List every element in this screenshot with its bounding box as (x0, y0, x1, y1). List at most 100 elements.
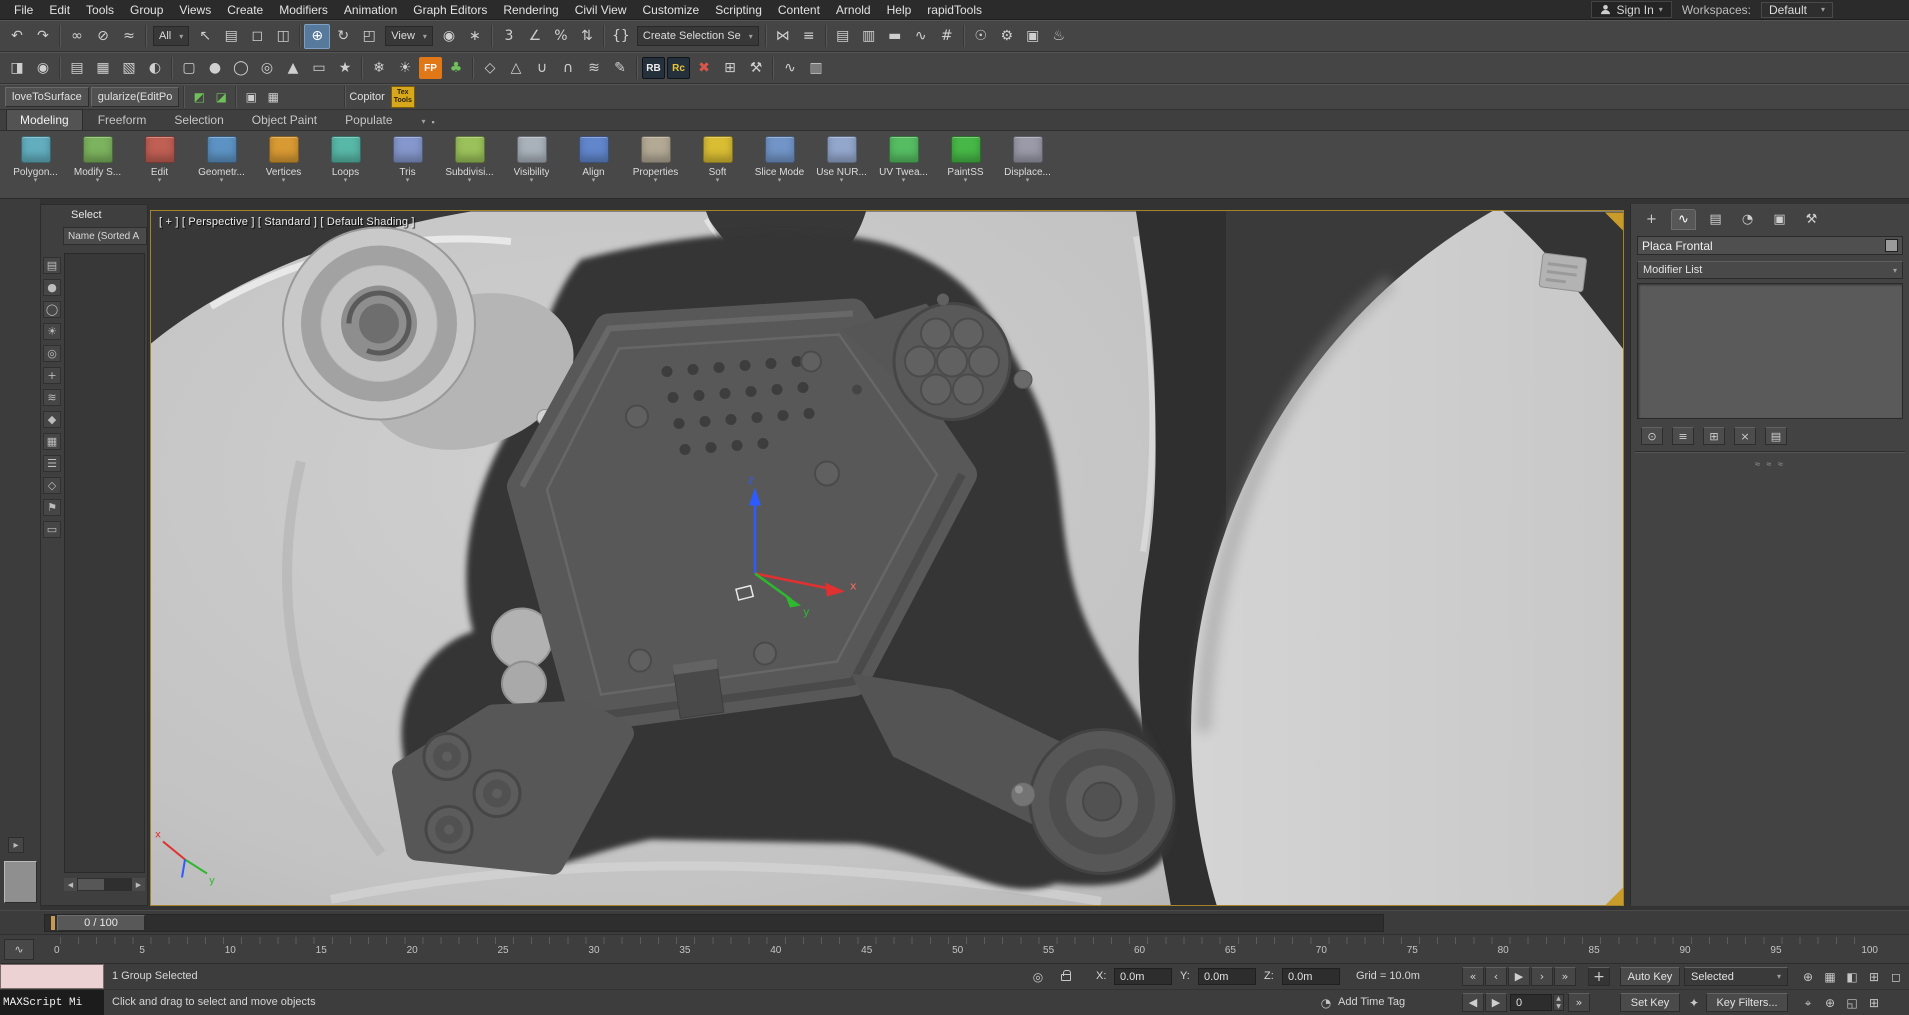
shell-boss[interactable] (501, 660, 547, 707)
sign-in-button[interactable]: Sign In ▾ (1591, 1, 1672, 18)
tab-selection[interactable]: Selection (161, 110, 236, 130)
scroll-right-icon[interactable]: ▶ (132, 878, 145, 891)
rollout-resize-handle[interactable]: ≈ ≈ ≈ (1631, 459, 1909, 469)
spinner-up-icon[interactable]: ▲ (1554, 995, 1563, 1003)
key-mode-icon[interactable]: ✦ (1684, 994, 1704, 1012)
zoom-icon[interactable]: ⊕ (1798, 968, 1818, 986)
state-sets-button[interactable]: ▤ (64, 56, 90, 81)
move-to-surface-button[interactable]: loveToSurface (5, 87, 89, 107)
ribbon-panel-properties[interactable]: Properties ▾ (625, 134, 686, 195)
key-filters-button[interactable]: Key Filters... (1706, 993, 1788, 1012)
ribbon-panel-soft[interactable]: Soft ▾ (687, 134, 748, 195)
slate-material-editor-button[interactable]: ◨ (4, 56, 30, 81)
filter-groups-icon[interactable]: ◆ (43, 411, 61, 428)
filter-cameras-icon[interactable]: ◎ (43, 345, 61, 362)
material-editor-button[interactable]: ☉ (968, 24, 994, 49)
use-pivot-center-button[interactable]: ◉ (436, 24, 462, 49)
filter-spacewarps-icon[interactable]: ≋ (43, 389, 61, 406)
filter-lights-icon[interactable]: ☀ (43, 323, 61, 340)
grid-toggle-icon[interactable]: ▦ (1820, 968, 1840, 986)
torus-primitive-button[interactable]: ◎ (254, 56, 280, 81)
script-icon-2[interactable]: ◪ (210, 87, 232, 108)
menu-views[interactable]: Views (171, 1, 219, 19)
align-button[interactable]: ≡ (796, 24, 822, 49)
select-and-move-button[interactable]: ⊕ (304, 23, 331, 49)
railclone-rc-button[interactable]: Rc (667, 57, 690, 79)
script-icon-1[interactable]: ◩ (188, 87, 210, 108)
auto-key-button[interactable]: Auto Key (1620, 967, 1680, 986)
ribbon-panel-vertices[interactable]: Vertices ▾ (253, 134, 314, 195)
ribbon-panel-subdivision[interactable]: Subdivisi... ▾ (439, 134, 500, 195)
filter-helpers-icon[interactable]: + (43, 367, 61, 384)
unlink-selection-button[interactable]: ⊘ (90, 24, 116, 49)
time-slider-caret[interactable] (51, 916, 55, 930)
toggle-layer-explorer-button[interactable]: ▥ (856, 24, 882, 49)
cone-primitive-button[interactable]: ▲ (280, 56, 306, 81)
undo-button[interactable]: ↶ (4, 24, 30, 49)
frame-spinner[interactable]: ▲ ▼ (1553, 994, 1564, 1011)
edit-named-selections-button[interactable]: {} (608, 24, 634, 49)
grid-snap-button[interactable]: ⊞ (717, 56, 743, 81)
explorer-object-list[interactable] (64, 253, 145, 873)
filter-shapes-icon[interactable]: ◯ (43, 301, 61, 318)
zoom-extents-icon[interactable]: ◱ (1842, 994, 1862, 1012)
render-setup-button[interactable]: ⚙ (994, 24, 1020, 49)
grid-display-button[interactable]: ▦ (90, 56, 116, 81)
filter-geometry-icon[interactable]: ● (43, 279, 61, 296)
scroll-left-icon[interactable]: ◀ (64, 878, 77, 891)
menu-arnold[interactable]: Arnold (828, 1, 879, 19)
show-end-result-button[interactable]: ≡ (1672, 427, 1694, 445)
box-primitive-button[interactable]: ▢ (176, 56, 202, 81)
add-time-tag[interactable]: Add Time Tag (1338, 996, 1405, 1008)
selection-lock-icon[interactable] (1056, 968, 1076, 986)
modifier-stack-list[interactable] (1637, 283, 1903, 419)
layout-toggle-icon[interactable]: ◧ (1842, 968, 1862, 986)
tab-populate[interactable]: Populate (332, 110, 405, 130)
named-selection-dropdown[interactable]: Create Selection Se ▾ (636, 26, 759, 46)
maximize-viewport-icon[interactable]: ⊞ (1864, 994, 1884, 1012)
tab-motion[interactable]: ◔ (1735, 209, 1760, 230)
script-icon-4[interactable]: ▦ (262, 87, 284, 108)
workspace-dropdown[interactable]: Default ▾ (1760, 1, 1833, 18)
play-button[interactable]: ▶ (1508, 967, 1530, 986)
select-and-manipulate-button[interactable]: ∗ (462, 24, 488, 49)
scroll-thumb[interactable] (78, 879, 104, 890)
layer-tool-button[interactable]: ▥ (803, 56, 829, 81)
tab-hierarchy[interactable]: ▤ (1703, 209, 1728, 230)
filter-all-icon[interactable]: ▤ (43, 257, 61, 274)
tab-freeform[interactable]: Freeform (85, 110, 160, 130)
mirror-button[interactable]: ⋈ (770, 24, 796, 49)
next-frame-button[interactable]: › (1531, 967, 1553, 986)
ribbon-config-icon[interactable]: ▪ (432, 117, 435, 127)
key-set-dropdown[interactable]: Selected ▾ (1684, 967, 1788, 986)
go-to-start-button[interactable]: « (1462, 967, 1484, 986)
filter-bones-icon[interactable]: ⚑ (43, 499, 61, 516)
ribbon-collapse-icon[interactable]: ▾ (422, 117, 426, 127)
macro-recorder-pane[interactable] (0, 964, 104, 989)
isolate-selection-icon[interactable]: ◎ (1028, 968, 1048, 986)
tab-create[interactable]: + (1639, 209, 1664, 230)
viewport[interactable]: z x y x y [ + ] [ Perspective ] [ Standa… (150, 210, 1624, 906)
y-coordinate-field[interactable]: 0.0m (1198, 968, 1256, 985)
regularize-editpoly-button[interactable]: gularize(EditPo (90, 87, 180, 107)
rendered-frame-button[interactable]: ▣ (1020, 24, 1046, 49)
curve-tool-button[interactable]: ∿ (777, 56, 803, 81)
paint-tool-button[interactable]: ✎ (607, 56, 633, 81)
percent-snap-button[interactable]: % (548, 24, 574, 49)
spinner-snap-button[interactable]: ⇅ (574, 24, 600, 49)
ribbon-panel-loops[interactable]: Loops ▾ (315, 134, 376, 195)
ribbon-panel-visibility[interactable]: Visibility ▾ (501, 134, 562, 195)
reference-coordinate-dropdown[interactable]: View ▾ (385, 26, 433, 46)
set-key-button[interactable]: Set Key (1620, 993, 1680, 1012)
weld-tool-button[interactable]: ∪ (529, 56, 555, 81)
ribbon-panel-use-nurms[interactable]: Use NUR... ▾ (811, 134, 872, 195)
spinner-down-icon[interactable]: ▼ (1554, 1003, 1563, 1011)
spacing-tool-button[interactable]: ▧ (116, 56, 142, 81)
object-color-swatch[interactable] (1885, 239, 1898, 252)
expand-panel-button[interactable]: ▸ (8, 837, 24, 853)
pin-stack-button[interactable]: ⊙ (1641, 427, 1663, 445)
menu-scripting[interactable]: Scripting (707, 1, 770, 19)
window-toggle-icon[interactable]: ⊞ (1864, 968, 1884, 986)
diamond-tool-button[interactable]: ◇ (477, 56, 503, 81)
ribbon-panel-edit[interactable]: Edit ▾ (129, 134, 190, 195)
